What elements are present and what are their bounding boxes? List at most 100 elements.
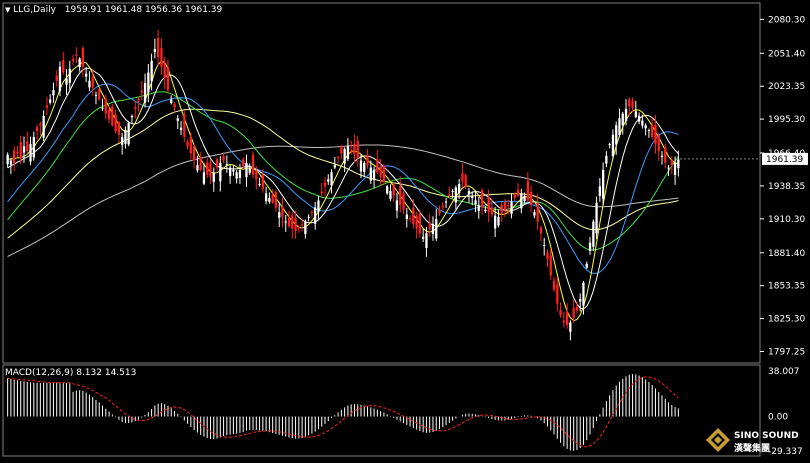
- candle-body: [477, 205, 480, 211]
- candle-body: [98, 89, 101, 100]
- candle: [170, 95, 173, 105]
- candle: [382, 164, 386, 185]
- candle-body: [516, 189, 520, 196]
- candle: [130, 114, 134, 125]
- candle-body: [163, 62, 166, 79]
- candle-body: [350, 150, 353, 152]
- candle-body: [9, 160, 13, 165]
- candle: [225, 155, 228, 173]
- candle: [215, 157, 219, 171]
- candle-body: [88, 80, 91, 88]
- candle: [660, 151, 664, 165]
- candle: [310, 209, 314, 218]
- candle: [657, 133, 660, 161]
- symbol-header: ▼ LLG,Daily 1959.91 1961.48 1956.36 1961…: [5, 5, 222, 15]
- candle-body: [543, 245, 546, 246]
- candle: [202, 163, 206, 186]
- candle: [287, 210, 291, 229]
- candle: [179, 120, 183, 135]
- candle-body: [81, 48, 84, 67]
- candle: [444, 197, 448, 208]
- candle: [65, 69, 68, 95]
- candle-body: [62, 60, 65, 73]
- candle-body: [127, 123, 130, 145]
- candle-body: [202, 172, 206, 184]
- candle-body: [248, 168, 251, 173]
- candle: [608, 142, 611, 149]
- candle-body: [22, 146, 26, 153]
- candle: [598, 177, 601, 202]
- candle: [157, 29, 160, 66]
- candle: [405, 207, 408, 228]
- candle: [386, 185, 389, 195]
- candle-body: [304, 221, 307, 235]
- candle: [402, 190, 405, 215]
- candle: [229, 165, 232, 184]
- candle-body: [271, 194, 274, 203]
- chart-canvas[interactable]: 2080.302051.402023.351995.301966.401938.…: [0, 0, 810, 459]
- candle-body: [608, 144, 611, 146]
- candle-body: [261, 175, 264, 189]
- candle-body: [356, 141, 359, 159]
- candle-body: [186, 141, 189, 147]
- candle: [78, 57, 81, 72]
- candle: [314, 201, 317, 230]
- candle: [320, 182, 323, 197]
- candle: [245, 154, 248, 188]
- candle-body: [389, 191, 392, 199]
- candle: [304, 219, 307, 239]
- candle-body: [526, 180, 529, 201]
- candle: [408, 215, 412, 223]
- candle-body: [91, 76, 94, 88]
- candle-body: [533, 212, 536, 216]
- candle: [520, 188, 523, 214]
- candle-body: [395, 200, 399, 211]
- candle-body: [647, 130, 651, 131]
- candle: [35, 124, 39, 140]
- candle-body: [566, 312, 569, 325]
- candle: [111, 103, 114, 127]
- candle: [536, 193, 539, 230]
- candle-body: [441, 205, 444, 208]
- candle-body: [281, 206, 284, 217]
- candle: [418, 209, 421, 238]
- candle: [602, 162, 605, 206]
- candle-body: [173, 103, 176, 108]
- candle: [376, 149, 379, 175]
- candle-body: [474, 200, 477, 205]
- candle: [212, 167, 215, 192]
- candle-body: [157, 37, 160, 58]
- candle-body: [179, 127, 183, 130]
- candle: [454, 185, 457, 210]
- candle: [98, 87, 101, 101]
- candle: [474, 190, 477, 213]
- candle: [585, 261, 588, 269]
- macd-tick-label: 38.007: [768, 367, 800, 377]
- candle-body: [134, 107, 137, 109]
- candle-body: [546, 252, 549, 260]
- candle: [480, 188, 484, 215]
- chart-menu-triangle-icon[interactable]: ▼: [5, 6, 10, 14]
- candle: [330, 169, 333, 194]
- candle-body: [327, 179, 330, 182]
- macd-layer: [7, 374, 679, 451]
- candle: [333, 156, 336, 170]
- price-chart[interactable]: 2080.302051.402023.351995.301966.401938.…: [0, 0, 810, 459]
- candle: [559, 302, 562, 318]
- symbol-name: LLG,Daily: [13, 5, 56, 15]
- candle-body: [235, 172, 238, 179]
- candle-body: [618, 118, 621, 135]
- candle-body: [369, 167, 372, 181]
- candle: [677, 150, 680, 177]
- candle: [621, 111, 624, 135]
- candle-body: [284, 221, 287, 223]
- candle-body: [467, 191, 471, 195]
- candle-body: [359, 160, 363, 172]
- candle-body: [78, 58, 81, 68]
- candle-body: [58, 66, 62, 91]
- candle-body: [464, 175, 467, 187]
- candle: [193, 144, 196, 169]
- candle: [143, 73, 147, 108]
- candle: [62, 51, 65, 75]
- candle-body: [392, 184, 395, 196]
